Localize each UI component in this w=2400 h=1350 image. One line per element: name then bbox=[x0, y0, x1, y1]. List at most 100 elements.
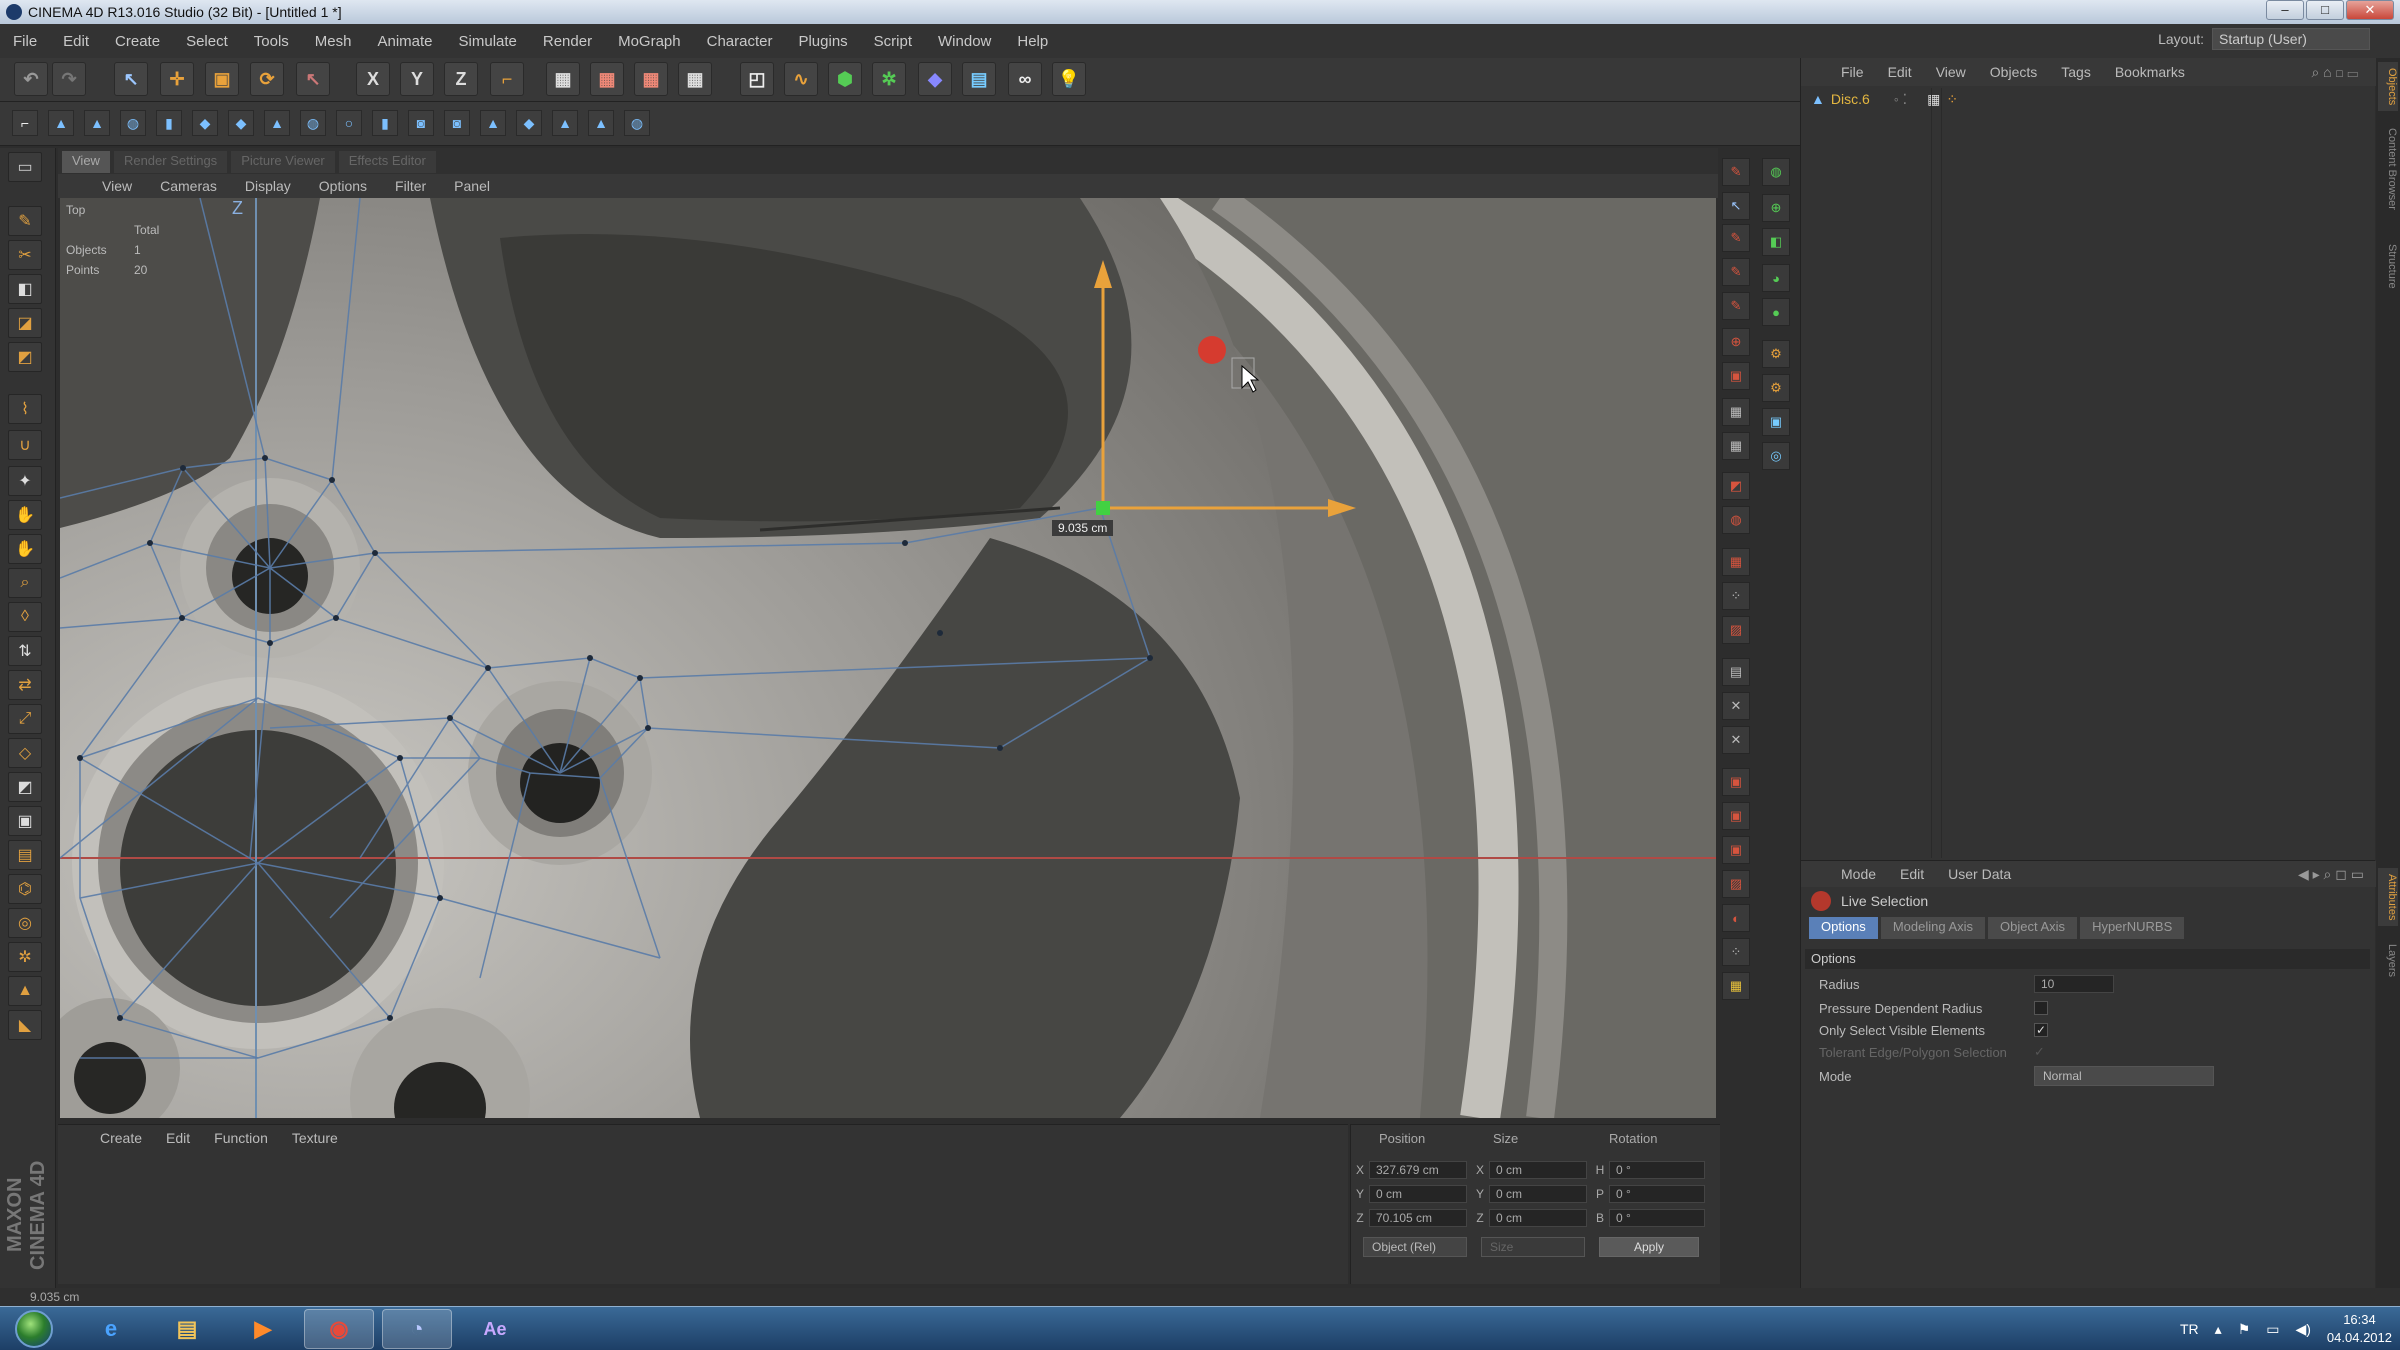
menu-plugins[interactable]: Plugins bbox=[785, 33, 860, 50]
matrix-extrude-icon[interactable]: ⇄ bbox=[8, 670, 42, 700]
z-axis-lock-icon[interactable]: Z bbox=[444, 62, 478, 96]
mat-menu-texture[interactable]: Texture bbox=[280, 1130, 350, 1146]
side-tab-attributes[interactable]: Attributes bbox=[2378, 868, 2398, 927]
attr-nav-icons[interactable]: ◀ ▸ ⌕ ◻ ▭ bbox=[2298, 866, 2364, 883]
viewport-top-view[interactable]: Top Total Objects1 Points20 Z 9.035 cm ✥… bbox=[60, 198, 1716, 1118]
grid-snap-icon[interactable]: ▦ bbox=[1722, 398, 1750, 426]
recent-tool-icon[interactable]: ↖ bbox=[296, 62, 330, 96]
uv-icon[interactable]: ◆ bbox=[516, 110, 542, 136]
undo-icon[interactable]: ↶ bbox=[14, 62, 48, 96]
snap-icon[interactable]: ○ bbox=[336, 110, 362, 136]
render-view-icon[interactable]: ▦ bbox=[546, 62, 580, 96]
volume-icon[interactable]: ◀) bbox=[2295, 1321, 2310, 1338]
side-tab-structure[interactable]: Structure bbox=[2378, 238, 2398, 295]
add-spline-icon[interactable]: ⊕ bbox=[1762, 194, 1790, 222]
subdivide-icon[interactable]: ◇ bbox=[8, 738, 42, 768]
maximize-button[interactable]: □ bbox=[2306, 0, 2344, 20]
sculpt-brush-icon[interactable]: ✎ bbox=[1722, 224, 1750, 252]
menu-character[interactable]: Character bbox=[694, 33, 786, 50]
melt-icon[interactable]: ◣ bbox=[8, 1010, 42, 1040]
visible-checkbox[interactable]: ✓ bbox=[2034, 1023, 2048, 1037]
smooth-shift-icon[interactable]: ⌕ bbox=[8, 568, 42, 598]
coordinate-system-icon[interactable]: ⌐ bbox=[490, 62, 524, 96]
size-z-field[interactable]: 0 cm bbox=[1489, 1209, 1587, 1227]
texture-mode-icon[interactable]: ▲ bbox=[84, 110, 110, 136]
pressure-checkbox[interactable] bbox=[2034, 1001, 2048, 1015]
pull-brush-icon[interactable]: ✎ bbox=[1722, 258, 1750, 286]
dots-grid-icon[interactable]: ⁘ bbox=[1722, 582, 1750, 610]
iron-icon[interactable]: ✋ bbox=[8, 534, 42, 564]
tolerant-checkbox[interactable]: ✓ bbox=[2034, 1044, 2045, 1060]
move-gizmo[interactable] bbox=[60, 198, 1716, 1118]
array-icon[interactable]: ✲ bbox=[872, 62, 906, 96]
spline-icon[interactable]: ∿ bbox=[784, 62, 818, 96]
position-x-field[interactable]: 327.679 cm bbox=[1369, 1161, 1467, 1179]
side-tab-objects[interactable]: Objects bbox=[2378, 62, 2398, 112]
size-x-field[interactable]: 0 cm bbox=[1489, 1161, 1587, 1179]
viewport-menu-cameras[interactable]: Cameras bbox=[146, 178, 231, 194]
scene-floor-icon[interactable]: ▤ bbox=[962, 62, 996, 96]
radius-field[interactable]: 10 bbox=[2034, 975, 2114, 993]
bodypaint-icon[interactable]: ▲ bbox=[480, 110, 506, 136]
polygon-pen-icon[interactable]: ✎ bbox=[8, 206, 42, 236]
cross-icon[interactable]: ✕ bbox=[1722, 692, 1750, 720]
light-icon[interactable]: 💡 bbox=[1052, 62, 1086, 96]
menu-simulate[interactable]: Simulate bbox=[446, 33, 530, 50]
array-tool-icon[interactable]: ▤ bbox=[8, 840, 42, 870]
slide-icon[interactable]: ✋ bbox=[8, 500, 42, 530]
add-array-icon[interactable]: ◕ bbox=[1762, 264, 1790, 292]
side-tab-content-browser[interactable]: Content Browser bbox=[2378, 122, 2398, 216]
menu-mograph[interactable]: MoGraph bbox=[605, 33, 694, 50]
position-z-field[interactable]: 70.105 cm bbox=[1369, 1209, 1467, 1227]
stamp-icon[interactable]: ▣ bbox=[1722, 362, 1750, 390]
selection-filter-icon[interactable]: ↖ bbox=[1722, 192, 1750, 220]
weld-icon[interactable]: ✦ bbox=[8, 466, 42, 496]
visibility-dots-icon[interactable]: ◦ ⁚ bbox=[1894, 91, 1907, 108]
selection-tag-icon[interactable]: ⁘ bbox=[1946, 91, 1958, 108]
move-tool-icon[interactable]: ✛ bbox=[160, 62, 194, 96]
cube-object-icon[interactable]: ◰ bbox=[740, 62, 774, 96]
coord-mode-dropdown[interactable]: Object (Rel) bbox=[1363, 1237, 1467, 1257]
mat-menu-function[interactable]: Function bbox=[202, 1130, 280, 1146]
model-mode-icon[interactable]: ▲ bbox=[48, 110, 74, 136]
brush-grid-icon[interactable]: ▦ bbox=[1722, 972, 1750, 1000]
workplane-icon[interactable]: ◍ bbox=[120, 110, 146, 136]
network-icon[interactable]: ▭ bbox=[2266, 1321, 2279, 1338]
clone-icon[interactable]: ⌬ bbox=[8, 874, 42, 904]
layer-icon[interactable]: ▨ bbox=[1722, 616, 1750, 644]
x-axis-lock-icon[interactable]: X bbox=[356, 62, 390, 96]
tab-modeling-axis[interactable]: Modeling Axis bbox=[1880, 917, 1986, 939]
viewport-menu-display[interactable]: Display bbox=[231, 178, 305, 194]
redo-icon[interactable]: ↷ bbox=[52, 62, 86, 96]
layout-dropdown[interactable]: Startup (User) bbox=[2212, 28, 2370, 50]
clock[interactable]: 16:34 04.04.2012 bbox=[2327, 1311, 2392, 1347]
tab-options[interactable]: Options bbox=[1809, 917, 1878, 939]
knife-icon[interactable]: ✂ bbox=[8, 240, 42, 270]
dissolve-icon[interactable]: ▲ bbox=[8, 976, 42, 1006]
phong-tag-icon[interactable]: ▦ bbox=[1927, 91, 1940, 108]
character-icon[interactable]: ▲ bbox=[588, 110, 614, 136]
attr-menu-edit[interactable]: Edit bbox=[1888, 866, 1936, 882]
media-player-icon[interactable]: ▶ bbox=[228, 1309, 298, 1349]
viewport-menu-view[interactable]: View bbox=[88, 178, 146, 194]
texture-paint-icon[interactable]: ◍ bbox=[1722, 506, 1750, 534]
cross-2-icon[interactable]: ✕ bbox=[1722, 726, 1750, 754]
tab-render-settings[interactable]: Render Settings bbox=[113, 151, 228, 173]
undo-view-icon[interactable]: ▭ bbox=[8, 152, 42, 182]
sculpt-icon[interactable]: ◙ bbox=[408, 110, 434, 136]
film-2-icon[interactable]: ▣ bbox=[1722, 802, 1750, 830]
points-mode-icon[interactable]: ▮ bbox=[156, 110, 182, 136]
attr-menu-mode[interactable]: Mode bbox=[1829, 866, 1888, 882]
objmgr-menu-edit[interactable]: Edit bbox=[1876, 64, 1924, 80]
mode-dropdown[interactable]: Normal bbox=[2034, 1066, 2214, 1086]
connect-icon[interactable]: ◎ bbox=[8, 908, 42, 938]
rotation-p-field[interactable]: 0 ° bbox=[1609, 1185, 1705, 1203]
side-tab-layers[interactable]: Layers bbox=[2378, 938, 2398, 983]
collapse-icon[interactable]: ✲ bbox=[8, 942, 42, 972]
language-indicator[interactable]: TR bbox=[2180, 1321, 2199, 1337]
edges-mode-icon[interactable]: ◆ bbox=[192, 110, 218, 136]
objmgr-menu-tags[interactable]: Tags bbox=[2049, 64, 2103, 80]
add-object-icon[interactable]: ◍ bbox=[1762, 158, 1790, 186]
render-picture-viewer-icon[interactable]: ▦ bbox=[590, 62, 624, 96]
minimize-button[interactable]: – bbox=[2266, 0, 2304, 20]
